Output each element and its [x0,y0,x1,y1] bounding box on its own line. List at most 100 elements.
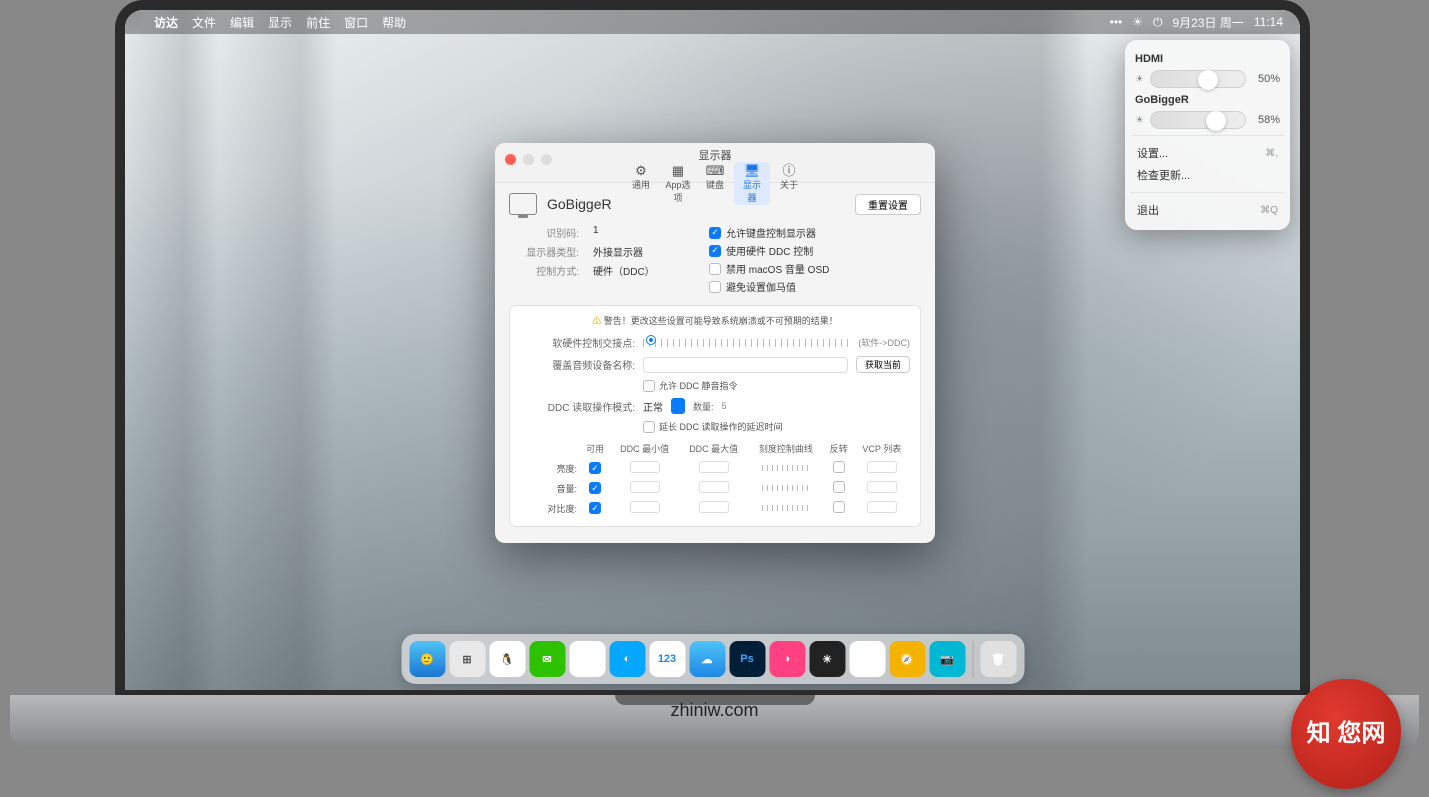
dock-chrome[interactable]: ◉ [569,641,605,677]
tab-keyboard[interactable]: ⌨键盘 [697,162,733,205]
volume-invert-checkbox[interactable] [833,481,845,493]
menu-help[interactable]: 帮助 [382,14,406,31]
status-date[interactable]: 9月23日 周一 [1173,14,1244,31]
volume-min-input[interactable] [630,481,660,493]
info-icon: ⓘ [776,164,802,178]
tab-general[interactable]: ⚙通用 [623,162,659,205]
contrast-curve-slider[interactable] [762,505,810,511]
menu-window[interactable]: 窗口 [344,14,368,31]
volume-curve-slider[interactable] [762,485,810,491]
menu-edit[interactable]: 编辑 [230,14,254,31]
count-label: 数量: [693,400,714,413]
handoff-hint: (软件->DDC) [858,336,910,349]
dock-qq[interactable]: 🐧 [489,641,525,677]
read-mode-stepper[interactable] [671,398,685,414]
screen: 访达 文件 编辑 显示 前住 窗口 帮助 ••• ☀ ⏻ 9月23日 周一 11… [125,10,1300,690]
window-titlebar: 显示器 ⚙通用 ▦App选项 ⌨键盘 🖥显示器 ⓘ关于 [495,143,935,183]
handoff-slider[interactable] [643,339,850,347]
status-time[interactable]: 11:14 [1254,15,1283,29]
popover-settings[interactable]: 设置... ⌘, [1135,142,1280,164]
display-name: GoBiggeR [547,196,612,212]
dock-icloud[interactable]: ☁ [689,641,725,677]
popover-check-updates[interactable]: 检查更新... [1135,164,1280,186]
volume-enabled-checkbox[interactable]: ✓ [589,482,601,494]
advanced-box: ⚠ 警告！更改这些设置可能导致系统崩溃或不可预期的结果！ 软硬件控制交接点: (… [509,305,921,527]
menubar: 访达 文件 编辑 显示 前住 窗口 帮助 ••• ☀ ⏻ 9月23日 周一 11… [125,10,1300,34]
count-value: 5 [722,401,727,411]
avoid-gamma-checkbox[interactable] [709,281,721,293]
control-label: 控制方式: [509,263,579,278]
col-max: DDC 最大值 [679,439,748,458]
allow-keyboard-checkbox[interactable]: ✓ [709,227,721,239]
popover-display2-title: GoBiggeR [1135,94,1280,106]
col-vcp: VCP 列表 [854,439,910,458]
type-label: 显示器类型: [509,244,579,259]
dock-camera[interactable]: 📷 [929,641,965,677]
tab-displays[interactable]: 🖥显示器 [734,162,770,205]
laptop-frame: 访达 文件 编辑 显示 前住 窗口 帮助 ••• ☀ ⏻ 9月23日 周一 11… [115,0,1310,700]
type-value: 外接显示器 [593,244,689,259]
get-current-button[interactable]: 获取当前 [856,356,910,373]
sun-icon: ☀ [1135,115,1144,126]
dock-123[interactable]: 123 [649,641,685,677]
dock-cleanmymac[interactable]: ◑ [769,641,805,677]
menu-view[interactable]: 显示 [268,14,292,31]
status-more-icon[interactable]: ••• [1110,15,1123,29]
dock-photoshop[interactable]: Ps [729,641,765,677]
col-invert: 反转 [824,439,854,458]
popover-display1-slider-row: ☀ 50% [1135,70,1280,88]
status-toggle-icon[interactable]: ⏻ [1153,15,1163,30]
app-icon: ▦ [665,164,691,178]
override-audio-label: 覆盖音频设备名称: [520,357,635,372]
monitor-icon [509,193,537,215]
col-min: DDC 最小值 [610,439,679,458]
app-menu[interactable]: 访达 [154,14,178,31]
dock-monitorcontrol[interactable]: ☀ [809,641,845,677]
disable-osd-checkbox[interactable] [709,263,721,275]
volume-max-input[interactable] [699,481,729,493]
brightness-pct-gobigger: 58% [1252,114,1280,126]
status-brightness-icon[interactable]: ☀ [1132,15,1143,29]
brightness-curve-slider[interactable] [762,465,810,471]
control-table: 可用 DDC 最小值 DDC 最大值 刻度控制曲线 反转 VCP 列表 亮度: … [520,439,910,518]
dock-launchpad[interactable]: ⊞ [449,641,485,677]
popover-quit[interactable]: 退出 ⌘Q [1135,199,1280,221]
brightness-slider-gobigger[interactable] [1150,111,1246,129]
contrast-vcp-input[interactable] [867,501,897,513]
tab-about[interactable]: ⓘ关于 [771,162,807,205]
brightness-slider-hdmi[interactable] [1150,70,1246,88]
override-audio-input[interactable] [643,357,848,373]
contrast-max-input[interactable] [699,501,729,513]
use-ddc-checkbox[interactable]: ✓ [709,245,721,257]
brightness-invert-checkbox[interactable] [833,461,845,473]
tab-app-options[interactable]: ▦App选项 [660,162,696,205]
brightness-max-input[interactable] [699,461,729,473]
slider-icon: ⚙ [628,164,654,178]
table-row: 对比度: ✓ [520,498,910,518]
dock-finder[interactable]: 🙂 [409,641,445,677]
brand-watermark: zhiniw.com [670,700,758,721]
control-value: 硬件（DDC） [593,263,689,278]
contrast-invert-checkbox[interactable] [833,501,845,513]
menu-file[interactable]: 文件 [192,14,216,31]
brightness-min-input[interactable] [630,461,660,473]
brightness-enabled-checkbox[interactable]: ✓ [589,462,601,474]
contrast-min-input[interactable] [630,501,660,513]
window-title: 显示器 [495,147,935,163]
dock-trash[interactable]: 🗑 [980,641,1016,677]
menu-go[interactable]: 前住 [306,14,330,31]
col-enabled: 可用 [580,439,610,458]
dock-baidu-netdisk[interactable]: ◐ [609,641,645,677]
warning-text: ⚠ 警告！更改这些设置可能导致系统崩溃或不可预期的结果！ [520,314,910,327]
brightness-popover: HDMI ☀ 50% GoBiggeR ☀ 58% 设置... ⌘, 检查更新.… [1125,40,1290,230]
read-mode-value: 正常 [643,399,663,414]
brightness-vcp-input[interactable] [867,461,897,473]
dock-app[interactable]: ◉ [849,641,885,677]
contrast-enabled-checkbox[interactable]: ✓ [589,502,601,514]
extend-delay-checkbox[interactable] [643,421,655,433]
reset-settings-button[interactable]: 重置设置 [855,194,921,215]
dock-wechat[interactable]: ✉ [529,641,565,677]
volume-vcp-input[interactable] [867,481,897,493]
dock-safari[interactable]: 🧭 [889,641,925,677]
allow-mute-checkbox[interactable] [643,380,655,392]
